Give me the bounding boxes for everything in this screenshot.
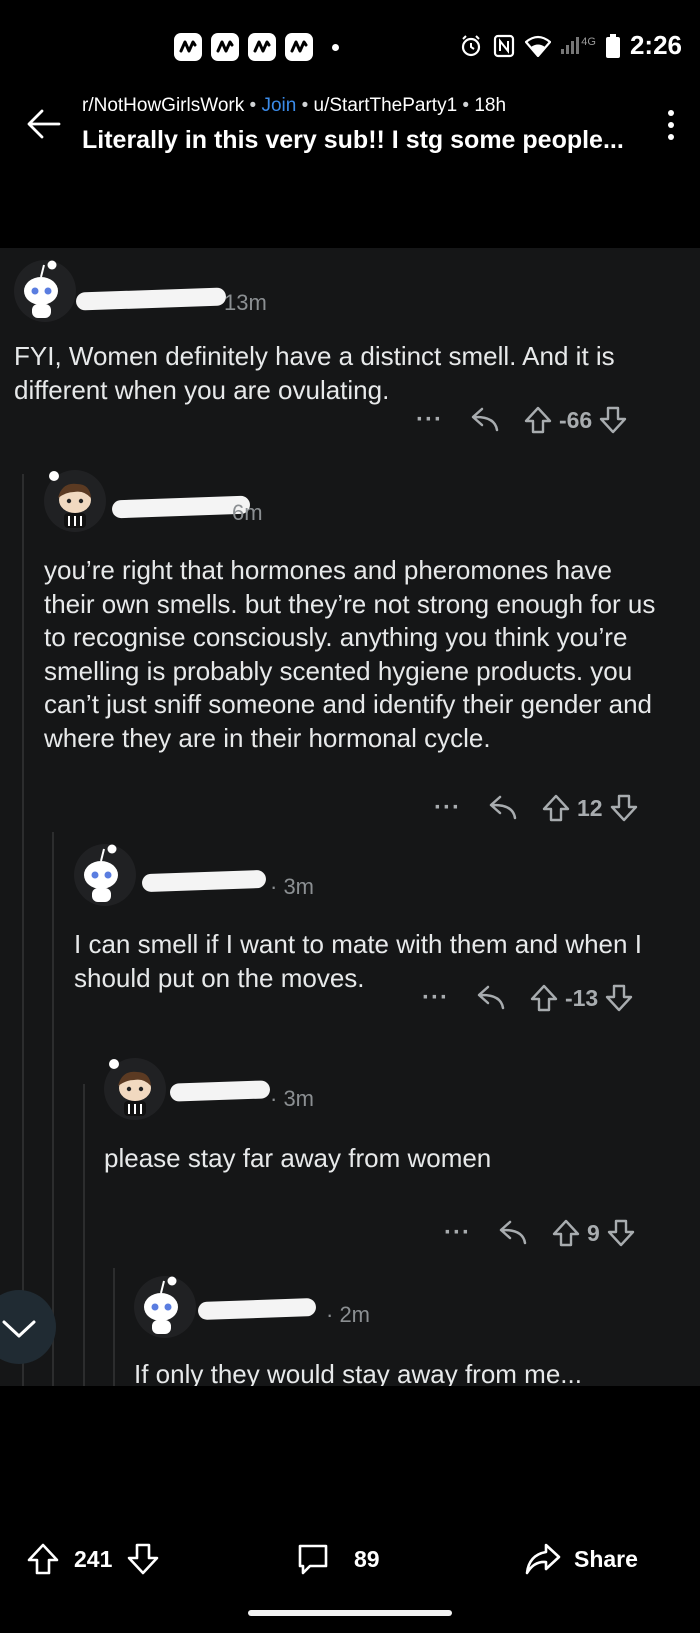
snoo-avatar-icon bbox=[24, 260, 58, 318]
snoo-avatar-icon bbox=[84, 844, 118, 902]
reply-icon[interactable] bbox=[473, 984, 507, 1012]
avatar[interactable] bbox=[134, 1276, 196, 1338]
share-icon bbox=[525, 1543, 561, 1575]
thread-line[interactable] bbox=[22, 474, 24, 1386]
thread-line[interactable] bbox=[113, 1268, 115, 1386]
redacted-username bbox=[169, 1080, 271, 1102]
more-options-button[interactable]: ··· bbox=[422, 984, 449, 1012]
comment[interactable]: 6m you’re right that hormones and pherom… bbox=[44, 470, 684, 755]
upvote-icon[interactable] bbox=[541, 793, 571, 823]
next-comment-button[interactable] bbox=[0, 1290, 56, 1364]
more-options-icon[interactable] bbox=[666, 108, 676, 142]
downvote-icon[interactable] bbox=[606, 1218, 636, 1248]
more-options-button[interactable]: ··· bbox=[416, 406, 443, 434]
comment-actions: ··· 12 bbox=[434, 793, 639, 823]
comment-body: If only they would stay away from me... bbox=[134, 1359, 582, 1386]
avatar[interactable] bbox=[14, 260, 76, 322]
post-meta: r/NotHowGirlsWork • Join • u/StartThePar… bbox=[82, 95, 507, 116]
comment[interactable]: · 3m I can smell if I want to mate with … bbox=[74, 844, 684, 995]
comment-actions: ··· 9 bbox=[444, 1218, 636, 1248]
app-notification-icon bbox=[174, 33, 202, 61]
thread-line[interactable] bbox=[83, 1084, 85, 1386]
downvote-icon[interactable] bbox=[609, 793, 639, 823]
app-notification-icon bbox=[285, 33, 313, 61]
network-type: 4G bbox=[581, 36, 596, 48]
upvote-icon[interactable] bbox=[551, 1218, 581, 1248]
bottom-action-bar: 241 89 Share bbox=[0, 1386, 700, 1633]
comment-score: 12 bbox=[576, 794, 603, 821]
comment-actions: ··· -13 bbox=[422, 983, 634, 1013]
app-notification-icon bbox=[211, 33, 239, 61]
upvote-icon[interactable] bbox=[523, 405, 553, 435]
chevron-down-icon bbox=[2, 1320, 36, 1338]
comment-thread[interactable]: 13m FYI, Women definitely have a distinc… bbox=[0, 248, 700, 1386]
author-link[interactable]: u/StartTheParty1 bbox=[314, 95, 458, 116]
home-indicator[interactable] bbox=[248, 1610, 452, 1616]
wifi-icon bbox=[525, 35, 552, 57]
alarm-icon bbox=[462, 34, 481, 56]
post-title[interactable]: Literally in this very sub!! I stg some … bbox=[82, 126, 642, 155]
battery-icon bbox=[605, 33, 620, 58]
custom-avatar-icon bbox=[109, 1059, 151, 1116]
redacted-username bbox=[111, 495, 251, 519]
custom-avatar-icon bbox=[49, 471, 91, 528]
post-vote-group: 241 bbox=[26, 1542, 160, 1576]
status-indicators: 4G 2:26 bbox=[459, 30, 682, 61]
share-label: Share bbox=[574, 1545, 638, 1572]
avatar[interactable] bbox=[104, 1058, 166, 1120]
snoo-avatar-icon bbox=[144, 1276, 178, 1334]
subreddit-link[interactable]: r/NotHowGirlsWork bbox=[82, 95, 244, 116]
avatar[interactable] bbox=[74, 844, 136, 906]
comment-score: -13 bbox=[564, 984, 599, 1011]
comment-time: · 3m bbox=[270, 874, 314, 899]
redacted-username bbox=[197, 1297, 317, 1321]
redacted-username bbox=[75, 287, 227, 311]
comment-score: -66 bbox=[558, 406, 593, 433]
upvote-icon[interactable] bbox=[26, 1542, 60, 1576]
more-options-button[interactable]: ··· bbox=[444, 1219, 471, 1247]
redacted-username bbox=[141, 869, 267, 893]
nfc-icon bbox=[494, 34, 515, 57]
downvote-icon[interactable] bbox=[598, 405, 628, 435]
comments-button[interactable]: 89 bbox=[296, 1542, 380, 1576]
reply-icon[interactable] bbox=[467, 406, 501, 434]
join-button[interactable]: Join bbox=[261, 95, 296, 116]
downvote-icon[interactable] bbox=[604, 983, 634, 1013]
more-options-button[interactable]: ··· bbox=[434, 794, 461, 822]
upvote-icon[interactable] bbox=[529, 983, 559, 1013]
post-header: r/NotHowGirlsWork • Join • u/StartThePar… bbox=[0, 86, 700, 246]
comment[interactable]: · 2m If only they would stay away from m… bbox=[134, 1276, 684, 1386]
comment-count: 89 bbox=[354, 1545, 380, 1572]
comment-time: 6m bbox=[232, 500, 263, 525]
comment-time: · 2m bbox=[326, 1302, 370, 1327]
more-notifications-dot-icon bbox=[332, 43, 339, 51]
downvote-icon[interactable] bbox=[126, 1542, 160, 1576]
app-notification-icon bbox=[248, 33, 276, 61]
post-age: 18h bbox=[474, 95, 507, 116]
signal-icon: 4G bbox=[561, 36, 596, 54]
comment-body: please stay far away from women bbox=[104, 1143, 492, 1173]
comment-time: · 3m bbox=[270, 1086, 314, 1111]
comment-time: 13m bbox=[224, 290, 267, 315]
clock: 2:26 bbox=[629, 30, 682, 60]
reply-icon[interactable] bbox=[495, 1219, 529, 1247]
avatar[interactable] bbox=[44, 470, 106, 532]
comment[interactable]: 13m FYI, Women definitely have a distinc… bbox=[14, 260, 684, 407]
comment-body: you’re right that hormones and pheromone… bbox=[44, 555, 656, 753]
reply-icon[interactable] bbox=[485, 794, 519, 822]
status-bar: 4G 2:26 bbox=[0, 0, 700, 86]
comment-body: FYI, Women definitely have a distinct sm… bbox=[14, 341, 615, 405]
post-score: 241 bbox=[74, 1545, 113, 1572]
comment-actions: ··· -66 bbox=[416, 405, 628, 435]
share-button[interactable]: Share bbox=[524, 1542, 638, 1576]
comment-icon bbox=[298, 1544, 328, 1575]
comment-score: 9 bbox=[586, 1219, 600, 1246]
comment[interactable]: · 3m please stay far away from women bbox=[104, 1058, 684, 1176]
notification-icons bbox=[174, 33, 339, 61]
back-arrow-icon[interactable] bbox=[26, 106, 62, 142]
